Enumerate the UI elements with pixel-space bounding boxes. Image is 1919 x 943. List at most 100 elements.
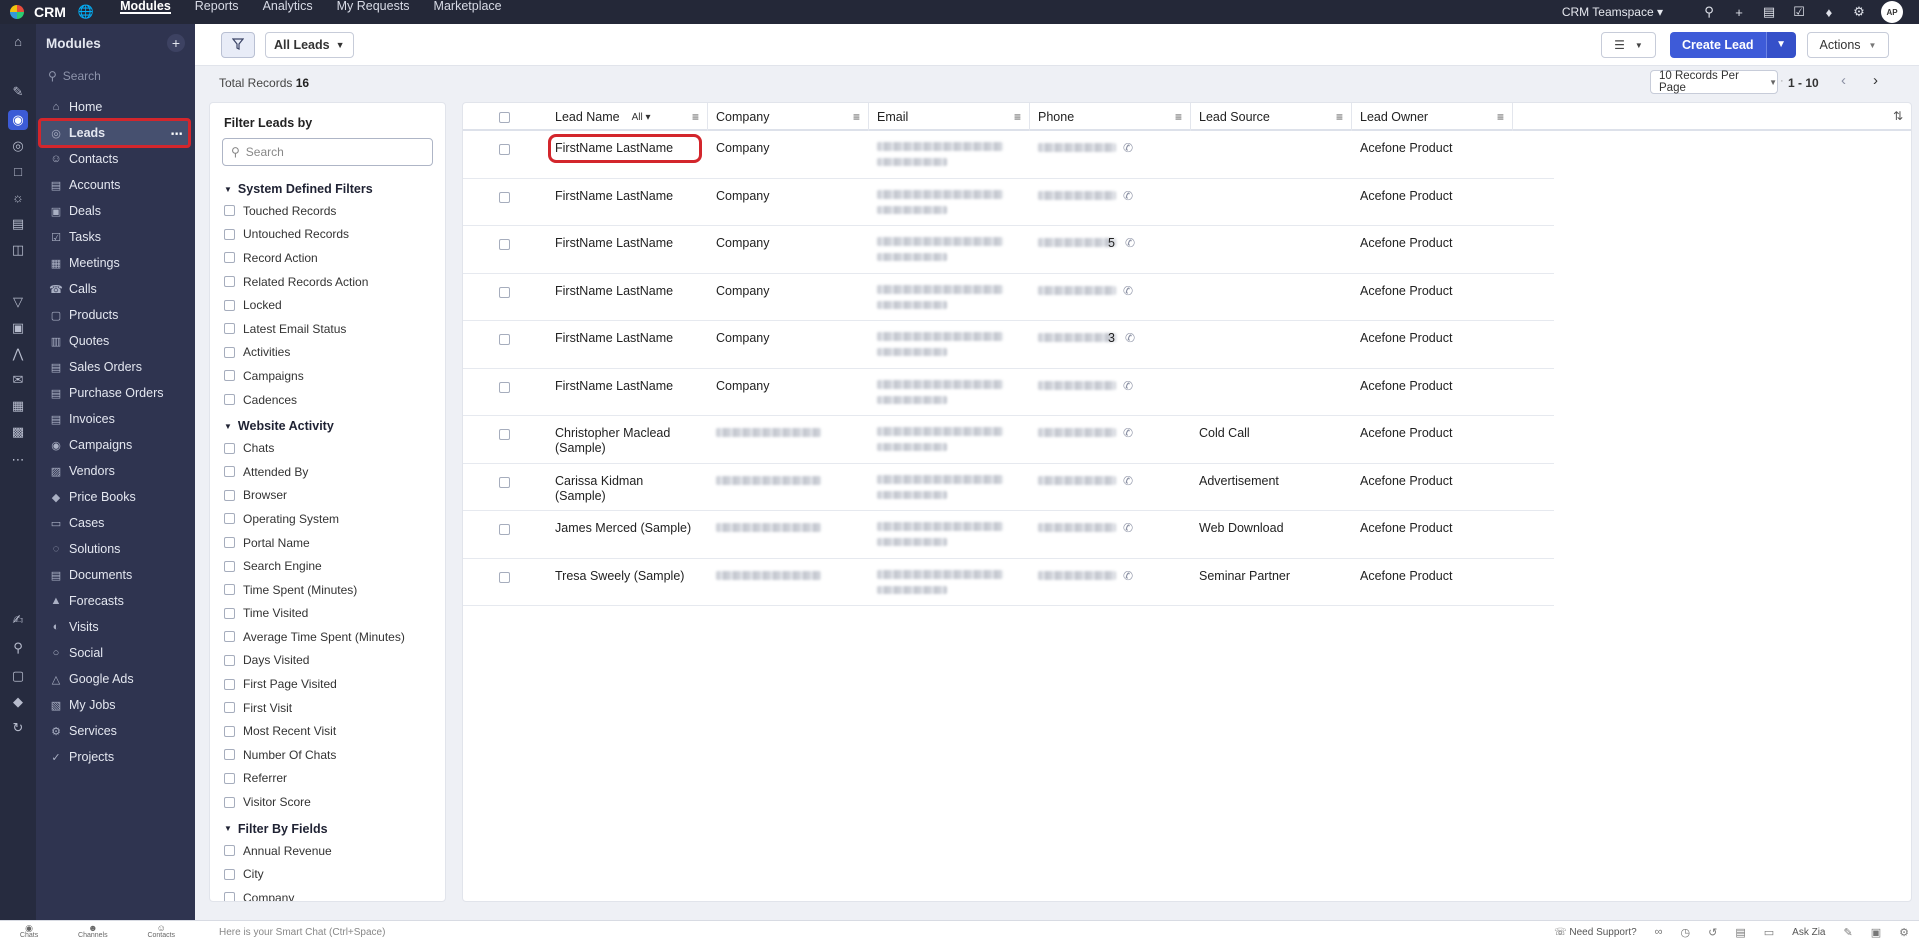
column-menu-icon[interactable]: ≡: [1336, 110, 1343, 124]
filter-checkbox[interactable]: [224, 299, 235, 311]
lead-name-link[interactable]: FirstName LastName: [555, 379, 695, 394]
table-row[interactable]: James Merced (Sample) ✆ Web Download Acefon…: [463, 511, 1554, 559]
target-rail-icon[interactable]: ◎: [8, 136, 28, 156]
sidebar-item-home[interactable]: ⌂ Home: [36, 94, 195, 120]
wallet-rail-icon[interactable]: ▢: [8, 666, 28, 686]
filter-checkbox[interactable]: [224, 346, 235, 358]
filter-checkbox[interactable]: [224, 654, 235, 666]
next-page-icon[interactable]: ›: [1873, 72, 1878, 89]
edit-icon[interactable]: ✎: [1844, 926, 1853, 939]
avatar[interactable]: AP: [1881, 1, 1903, 23]
create-lead-button[interactable]: Create Lead: [1670, 32, 1766, 58]
filter-checkbox[interactable]: [224, 584, 235, 596]
filter-checkbox[interactable]: [224, 252, 235, 264]
filter-search-input[interactable]: ⚲ Search: [222, 138, 433, 166]
chart-rail-icon[interactable]: ⋀: [8, 344, 28, 364]
calendar-icon[interactable]: ▤: [1761, 4, 1777, 20]
people-rail-icon[interactable]: ☼: [8, 188, 28, 208]
filter-checkbox[interactable]: [224, 749, 235, 761]
phone-call-icon[interactable]: ✆: [1123, 284, 1133, 298]
sidebar-item-invoices[interactable]: ▤ Invoices: [36, 406, 195, 432]
sidebar-item-sales-orders[interactable]: ▤ Sales Orders: [36, 354, 195, 380]
filter-option[interactable]: Touched Records: [210, 199, 445, 223]
column-menu-icon[interactable]: ≡: [1497, 110, 1504, 124]
filter-checkbox[interactable]: [224, 323, 235, 335]
row-checkbox[interactable]: [499, 571, 510, 583]
sidebar-item-contacts[interactable]: ☺ Contacts: [36, 146, 195, 172]
row-checkbox[interactable]: [499, 191, 510, 203]
sidebar-item-solutions[interactable]: ◌ Solutions: [36, 536, 195, 562]
plus-icon[interactable]: +: [1731, 5, 1747, 20]
filter-option[interactable]: Visitor Score: [210, 790, 445, 814]
filter-checkbox[interactable]: [224, 466, 235, 478]
nav-modules[interactable]: Modules: [108, 0, 183, 24]
phone-call-icon[interactable]: ✆: [1123, 521, 1133, 535]
records-per-page-select[interactable]: 10 Records Per Page ▼: [1650, 70, 1778, 94]
row-checkbox[interactable]: [499, 524, 510, 535]
globe-icon[interactable]: 🌐: [78, 4, 94, 20]
filter-checkbox[interactable]: [224, 537, 235, 549]
row-checkbox[interactable]: [499, 429, 510, 440]
phone-call-icon[interactable]: ✆: [1123, 426, 1133, 440]
lead-name-link[interactable]: FirstName LastName: [555, 236, 695, 251]
settings-icon[interactable]: ⚙: [1899, 926, 1909, 939]
column-menu-icon[interactable]: ≡: [1014, 110, 1021, 124]
tag-rail-icon[interactable]: ◆: [8, 692, 28, 712]
view-select[interactable]: All Leads ▼: [265, 32, 354, 58]
funnel-rail-icon[interactable]: ▽: [8, 292, 28, 312]
filter-checkbox[interactable]: [224, 489, 235, 501]
sidebar-item-deals[interactable]: ▣ Deals: [36, 198, 195, 224]
filter-checkbox[interactable]: [224, 607, 235, 619]
phone-call-icon[interactable]: ✆: [1123, 474, 1133, 488]
teamspace-switcher[interactable]: CRM Teamspace ▾: [1562, 5, 1663, 19]
filter-checkbox[interactable]: [224, 702, 235, 714]
filter-option[interactable]: Record Action: [210, 246, 445, 270]
filter-checkbox[interactable]: [224, 228, 235, 240]
checklist-icon[interactable]: ☑: [1791, 4, 1807, 20]
sidebar-item-price-books[interactable]: ◆ Price Books: [36, 484, 195, 510]
box-rail-icon[interactable]: ▣: [8, 318, 28, 338]
table-row[interactable]: Christopher Maclead (Sample) ✆ Cold Call Ac…: [463, 416, 1554, 464]
collapse-rail-icon[interactable]: ↻: [8, 718, 28, 738]
modules-rail-icon[interactable]: ◉: [8, 110, 28, 130]
filter-option[interactable]: Attended By: [210, 460, 445, 484]
select-all-checkbox[interactable]: [499, 111, 510, 123]
filter-checkbox[interactable]: [224, 892, 235, 901]
filter-checkbox[interactable]: [224, 370, 235, 382]
sidebar-item-quotes[interactable]: ▥ Quotes: [36, 328, 195, 354]
notes-rail-icon[interactable]: ✍: [8, 610, 28, 630]
column-header-company[interactable]: Company ≡: [708, 103, 869, 131]
phone-call-icon[interactable]: ✆: [1123, 379, 1133, 393]
filter-option[interactable]: Company: [210, 886, 445, 901]
more-rail-icon[interactable]: ⋯: [8, 450, 28, 470]
filter-checkbox[interactable]: [224, 560, 235, 572]
sidebar-item-forecasts[interactable]: ▲ Forecasts: [36, 588, 195, 614]
list-view-toggle[interactable]: ☰ ▼: [1601, 32, 1656, 58]
edit-rail-icon[interactable]: ✎: [8, 82, 28, 102]
lead-name-link[interactable]: FirstName LastName: [555, 189, 695, 204]
filter-checkbox[interactable]: [224, 442, 235, 454]
notes-icon[interactable]: ▤: [1735, 926, 1745, 939]
crm-logo-icon[interactable]: [0, 0, 34, 24]
home-rail-icon[interactable]: ⌂: [8, 32, 28, 52]
lead-name-link[interactable]: FirstName LastName: [555, 331, 695, 346]
lead-name-link[interactable]: Christopher Maclead (Sample): [555, 426, 695, 456]
row-checkbox[interactable]: [499, 334, 510, 345]
table-row[interactable]: Tresa Sweely (Sample) ✆ Seminar Partner Ace…: [463, 559, 1554, 606]
contacts-tab[interactable]: ☺ Contacts: [147, 924, 175, 940]
filter-option[interactable]: Number Of Chats: [210, 743, 445, 767]
phone-call-icon[interactable]: ✆: [1125, 331, 1135, 345]
create-lead-dropdown-button[interactable]: ▼: [1765, 32, 1796, 58]
phone-call-icon[interactable]: ✆: [1123, 569, 1133, 583]
nav-analytics[interactable]: Analytics: [251, 0, 325, 24]
sidebar-search[interactable]: ⚲ Search: [44, 64, 187, 88]
column-header-lead-owner[interactable]: Lead Owner ≡: [1352, 103, 1513, 131]
filter-checkbox[interactable]: [224, 394, 235, 406]
row-checkbox[interactable]: [499, 476, 510, 488]
channels-tab[interactable]: ☻ Channels: [78, 924, 108, 940]
filter-option[interactable]: Chats: [210, 436, 445, 460]
filter-option[interactable]: Annual Revenue: [210, 839, 445, 863]
more-options-icon[interactable]: ⋯: [171, 126, 184, 141]
column-menu-icon[interactable]: ≡: [853, 110, 860, 124]
filter-option[interactable]: Related Records Action: [210, 270, 445, 294]
